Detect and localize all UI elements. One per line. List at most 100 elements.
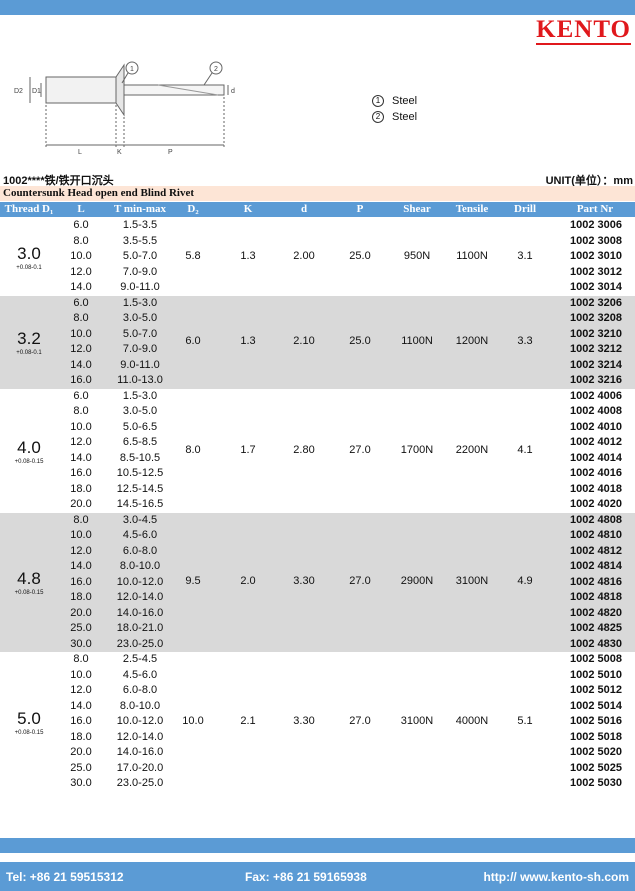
spec-k: 1.3 xyxy=(240,249,256,262)
spec-shear: 2900N xyxy=(400,575,434,588)
part-number: 1002 4814 xyxy=(570,560,622,572)
length-value: 12.0 xyxy=(70,343,92,355)
thread-value: 5.0 xyxy=(17,708,41,728)
spec-d: 3.30 xyxy=(293,714,315,727)
length-value: 14.0 xyxy=(70,358,92,371)
grip-range: 14.0-16.0 xyxy=(116,606,164,619)
grip-range: 8.0-10.0 xyxy=(119,699,161,712)
grip-range: 7.0-9.0 xyxy=(122,265,158,278)
part-number: 1002 4012 xyxy=(570,436,622,448)
part-number: 1002 5012 xyxy=(570,684,622,696)
part-number: 1002 3012 xyxy=(570,265,622,278)
spec-drill: 4.9 xyxy=(517,575,533,588)
length-value: 14.0 xyxy=(70,281,92,293)
spec-drill: 3.1 xyxy=(517,249,533,262)
part-number: 1002 3212 xyxy=(570,343,622,355)
length-value: 25.0 xyxy=(70,761,92,774)
length-value: 8.0 xyxy=(73,405,89,417)
col-l: L xyxy=(77,203,85,215)
part-number: 1002 3210 xyxy=(570,327,622,340)
grip-range: 6.5-8.5 xyxy=(122,436,158,448)
thread-tolerance: +0.08-0.1 xyxy=(16,350,42,356)
spec-tensile: 1100N xyxy=(456,249,488,262)
spec-drill: 5.1 xyxy=(517,714,533,727)
part-number: 1002 3216 xyxy=(570,374,622,386)
length-value: 10.0 xyxy=(70,327,92,340)
bottom-bar xyxy=(0,838,635,853)
table-header: Thread D₁ L T min-max D₂ K d P Shear Ten… xyxy=(0,202,635,217)
length-value: 10.0 xyxy=(70,668,92,681)
length-value: 12.0 xyxy=(70,684,92,696)
thread-tolerance: +0.08-0.15 xyxy=(14,729,44,736)
grip-range: 11.0-13.0 xyxy=(117,374,163,386)
grip-range: 5.0-6.5 xyxy=(122,420,158,433)
part-number: 1002 3208 xyxy=(570,312,622,324)
grip-range: 10.0-12.0 xyxy=(116,575,164,588)
label-p: P xyxy=(168,149,173,155)
spec-drill: 3.3 xyxy=(517,335,533,347)
length-value: 8.0 xyxy=(73,312,89,324)
part-number: 1002 4818 xyxy=(570,591,622,603)
length-value: 12.0 xyxy=(70,265,92,278)
grip-range: 3.5-5.5 xyxy=(122,234,158,247)
part-number: 1002 5020 xyxy=(570,746,622,758)
grip-range: 1.5-3.0 xyxy=(122,389,158,402)
spec-p: 25.0 xyxy=(349,335,371,347)
length-value: 6.0 xyxy=(73,296,89,309)
part-number: 1002 5016 xyxy=(570,715,622,727)
col-t: T min-max xyxy=(113,203,167,215)
length-value: 12.0 xyxy=(70,436,92,448)
label-d1: D1 xyxy=(32,88,41,95)
spec-d: 3.30 xyxy=(293,575,315,588)
col-tensile: Tensile xyxy=(455,203,489,215)
legend-label: Steel xyxy=(392,95,418,107)
material-legend: 1 Steel 2 Steel xyxy=(372,93,417,125)
length-value: 14.0 xyxy=(70,560,92,572)
grip-range: 8.5-10.5 xyxy=(119,451,161,464)
product-title: Countersunk Head open end Blind Rivet xyxy=(0,186,635,201)
part-number: 1002 5014 xyxy=(570,699,622,712)
footer-fax: Fax: +86 21 59165938 xyxy=(245,870,367,884)
length-value: 14.0 xyxy=(70,451,92,464)
part-number: 1002 5010 xyxy=(570,668,622,681)
callout-1: 1 xyxy=(130,66,134,73)
spec-shear: 950N xyxy=(403,249,431,262)
spec-p: 27.0 xyxy=(349,714,371,727)
col-p: P xyxy=(356,203,364,215)
length-value: 10.0 xyxy=(70,420,92,433)
thread-value: 3.2 xyxy=(17,329,41,348)
footer-tel: Tel: +86 21 59515312 xyxy=(6,870,124,884)
length-value: 6.0 xyxy=(73,389,89,402)
thread-group: 3.2 +0.08-0.1 6.0 1.3 2.10 25.0 1100N 1200N 3.3 6… xyxy=(0,295,635,389)
col-part: Part Nr xyxy=(576,203,614,215)
part-number: 1002 4812 xyxy=(570,544,622,557)
thread-tolerance: +0.08-0.1 xyxy=(16,264,42,271)
spec-d: 2.10 xyxy=(293,335,315,347)
col-shear: Shear xyxy=(403,203,431,215)
part-number: 1002 4014 xyxy=(570,451,622,464)
grip-range: 10.0-12.0 xyxy=(116,715,164,727)
footer-web[interactable]: http:// www.kento-sh.com xyxy=(483,870,629,884)
part-number: 1002 5025 xyxy=(570,761,622,774)
spec-d2: 8.0 xyxy=(185,443,201,456)
label-l: L xyxy=(78,149,82,155)
rivet-drawing: D2 D1 L K P d 1 2 xyxy=(14,61,235,155)
grip-range: 6.0-8.0 xyxy=(122,544,158,557)
grip-range: 5.0-7.0 xyxy=(122,250,158,262)
grip-range: 1.5-3.0 xyxy=(122,296,158,309)
spec-d2: 6.0 xyxy=(185,335,201,347)
part-number: 1002 4825 xyxy=(570,622,622,634)
length-value: 25.0 xyxy=(70,622,92,634)
length-value: 16.0 xyxy=(70,467,92,479)
spec-d2: 5.8 xyxy=(185,249,201,262)
grip-range: 12.0-14.0 xyxy=(116,730,164,743)
grip-range: 23.0-25.0 xyxy=(116,637,164,650)
length-value: 18.0 xyxy=(70,591,92,603)
grip-range: 6.0-8.0 xyxy=(122,684,158,696)
part-number: 1002 4020 xyxy=(570,498,622,510)
callout-2: 2 xyxy=(214,66,218,73)
grip-range: 1.5-3.5 xyxy=(122,219,158,231)
length-value: 20.0 xyxy=(70,746,92,758)
length-value: 12.0 xyxy=(70,544,92,557)
grip-range: 3.0-5.0 xyxy=(122,405,158,417)
